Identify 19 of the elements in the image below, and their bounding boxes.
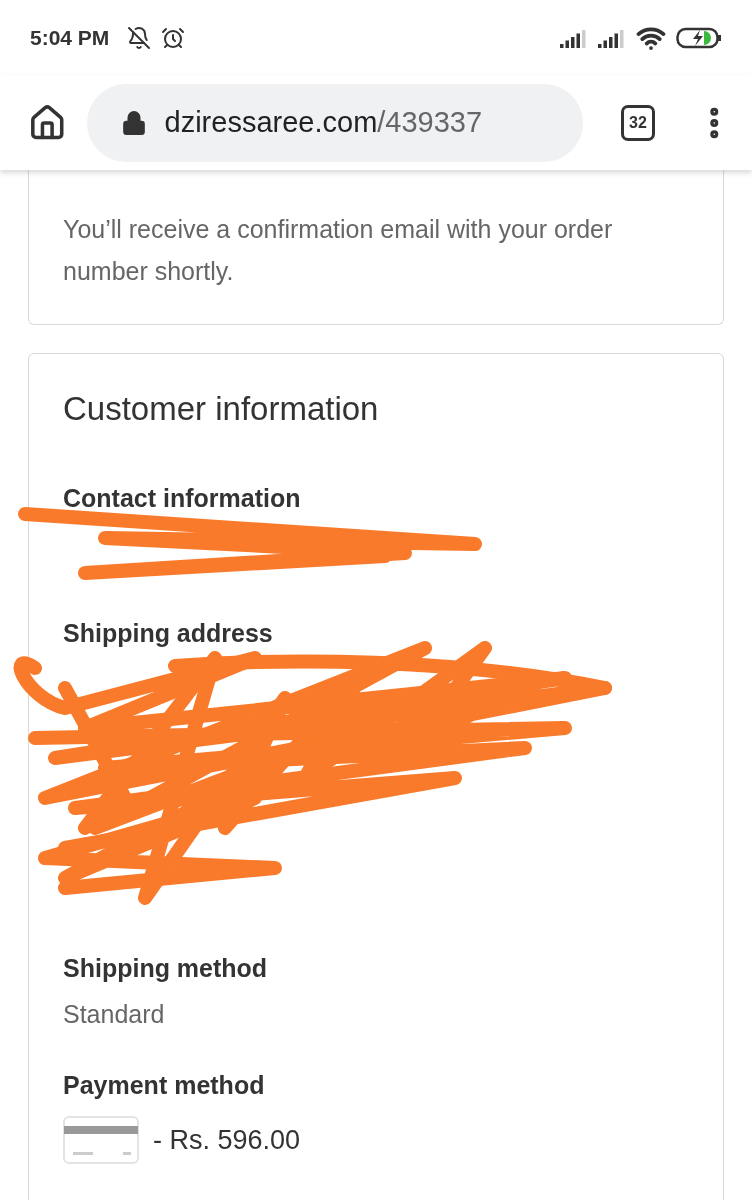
address-bar[interactable]: dziressaree.com/439337 — [86, 83, 583, 162]
payment-amount: - Rs. 596.00 — [153, 1124, 301, 1156]
lock-icon — [120, 109, 147, 136]
shipping-method-value: Standard — [63, 999, 166, 1030]
signal-icon — [560, 27, 588, 48]
url-text: dziressaree.com/439337 — [164, 106, 483, 139]
section-heading: Shipping method — [63, 954, 269, 983]
alarm-clock-icon — [161, 25, 186, 50]
status-time: 5:04 PM — [30, 25, 110, 50]
bell-off-icon — [127, 25, 152, 50]
section-heading: Shipping address — [63, 619, 274, 648]
section-heading: Payment method — [63, 1071, 266, 1100]
signal-icon — [598, 27, 626, 48]
section-heading: Contact information — [63, 484, 302, 513]
battery-charging-icon — [676, 26, 722, 49]
confirmation-message: You’ll receive a confirmation email with your order number shortly. — [63, 214, 614, 287]
tab-count[interactable]: 32 — [620, 104, 656, 141]
card-title: Customer information — [63, 390, 380, 428]
credit-card-icon — [63, 1116, 139, 1164]
